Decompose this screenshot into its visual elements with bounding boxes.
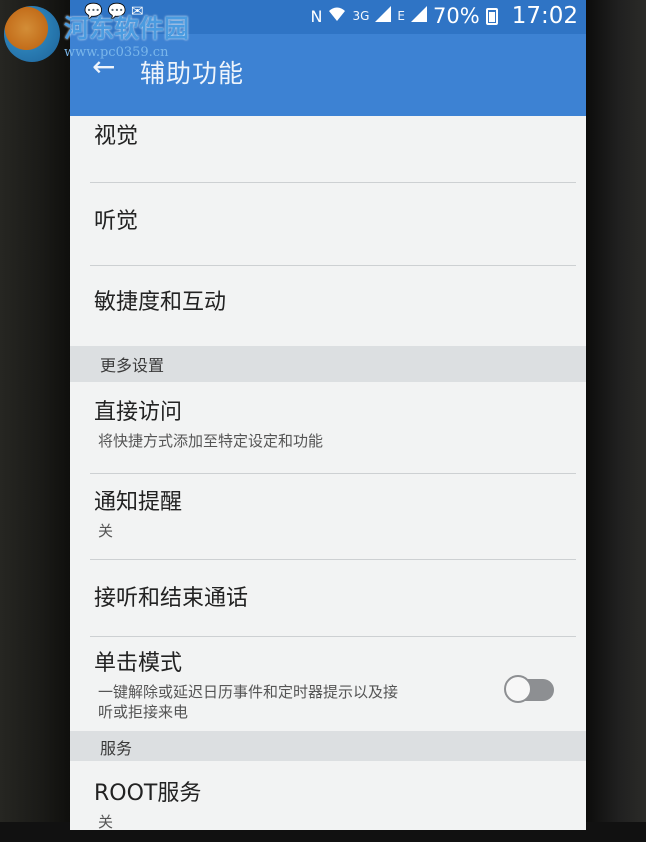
phone-bezel-left	[0, 0, 70, 842]
settings-list: 视觉 听觉 敏捷度和互动 更多设置 直接访问 将快捷方式添加至特定设定和功能 通…	[70, 116, 586, 830]
nfc-icon: N	[310, 6, 323, 26]
list-item-hearing[interactable]: 听觉	[90, 183, 576, 266]
list-item-subtitle: 一键解除或延迟日历事件和定时器提示以及接	[98, 683, 399, 701]
list-item-label: 单击模式	[94, 651, 183, 676]
signal-icon	[375, 6, 392, 26]
watermark-logo-icon	[4, 6, 60, 62]
battery-percent: 70%	[433, 4, 480, 28]
list-item-label: 通知提醒	[94, 490, 183, 515]
list-item-vision[interactable]: 视觉	[90, 116, 576, 183]
list-item-subtitle: 将快捷方式添加至特定设定和功能	[98, 432, 324, 450]
list-item-value: 关	[98, 813, 114, 830]
single-tap-mode-toggle[interactable]	[504, 675, 554, 703]
list-item-dexterity[interactable]: 敏捷度和互动	[90, 266, 576, 346]
network-3g-icon: 3G	[352, 9, 370, 23]
status-indicators: N 3G E 70% 17:02	[311, 3, 578, 29]
list-item-label: 接听和结束通话	[94, 586, 249, 611]
watermark: 河东软件园 www.pc0359.cn	[4, 6, 189, 62]
list-item-value: 关	[98, 522, 114, 540]
list-item-label: ROOT服务	[94, 781, 202, 806]
list-item-label: 直接访问	[94, 400, 183, 425]
section-header-services: 服务	[70, 731, 586, 761]
phone-bezel-right	[586, 0, 646, 842]
watermark-name: 河东软件园	[64, 13, 190, 43]
toggle-knob	[504, 675, 532, 703]
signal-icon	[411, 6, 428, 26]
list-item-subtitle: 听或拒接来电	[98, 703, 189, 721]
section-header-more-settings: 更多设置	[70, 346, 586, 382]
list-item-label: 视觉	[94, 124, 139, 149]
phone-screen: 💬 💬 ✉ N 3G E 70% 17:02 ← 辅助功能 视觉 听觉 敏捷度和…	[70, 0, 586, 830]
list-item-direct-access[interactable]: 直接访问 将快捷方式添加至特定设定和功能	[90, 382, 576, 474]
section-header-label: 更多设置	[100, 356, 165, 375]
section-header-label: 服务	[100, 739, 133, 758]
wifi-icon	[328, 6, 346, 26]
list-item-label: 敏捷度和互动	[94, 290, 227, 315]
list-item-label: 听觉	[94, 209, 139, 234]
list-item-single-tap-mode[interactable]: 单击模式 一键解除或延迟日历事件和定时器提示以及接 听或拒接来电	[90, 637, 576, 731]
network-e-icon: E	[397, 9, 406, 23]
watermark-url: www.pc0359.cn	[64, 44, 169, 60]
list-item-answer-end-calls[interactable]: 接听和结束通话	[90, 560, 576, 637]
list-item-notification-reminder[interactable]: 通知提醒 关	[90, 474, 576, 560]
clock: 17:02	[511, 3, 578, 29]
list-item-root-service[interactable]: ROOT服务 关	[90, 761, 576, 830]
battery-icon	[485, 7, 498, 25]
